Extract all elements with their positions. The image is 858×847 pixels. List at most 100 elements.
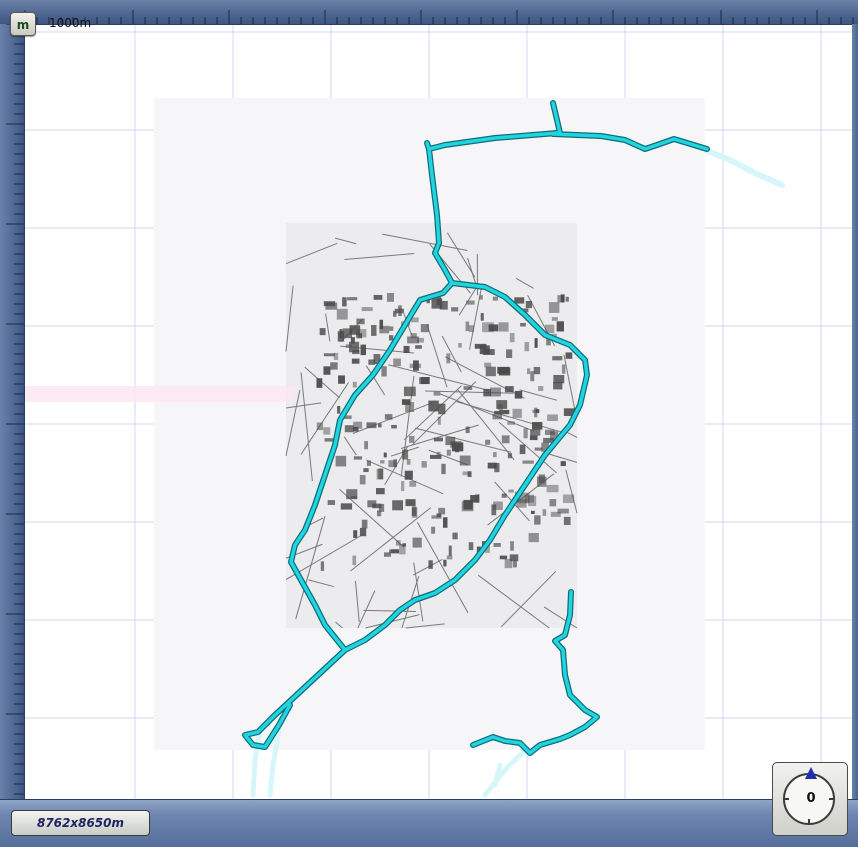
building-block	[499, 555, 508, 560]
building-block	[404, 470, 413, 480]
building-block	[338, 375, 345, 384]
right-ruler	[852, 24, 858, 800]
building-block	[431, 526, 436, 534]
building-block	[506, 349, 513, 359]
building-block	[482, 322, 494, 333]
map-dimensions-button[interactable]: 8762x8650m	[11, 810, 150, 836]
building-block	[353, 456, 363, 460]
building-block	[507, 453, 513, 459]
building-block	[492, 296, 499, 301]
building-block	[494, 410, 500, 415]
building-block	[499, 409, 510, 415]
building-block	[391, 424, 397, 429]
building-block	[522, 460, 534, 464]
building-block	[448, 545, 452, 556]
building-block	[493, 543, 501, 547]
building-block	[420, 324, 429, 333]
building-block	[560, 461, 566, 467]
building-block	[557, 295, 565, 303]
building-block	[356, 318, 365, 325]
map-viewer[interactable]: m 1000m 8762x8650m 0	[0, 0, 858, 847]
building-block	[376, 488, 385, 495]
building-block	[379, 325, 390, 334]
compass-button[interactable]: 0	[772, 762, 848, 836]
building-block	[380, 460, 385, 464]
building-block	[492, 413, 503, 420]
building-block	[565, 296, 569, 302]
building-block	[409, 480, 417, 487]
building-block	[431, 515, 442, 519]
building-block	[384, 414, 393, 420]
building-block	[545, 429, 555, 436]
building-block	[497, 366, 510, 374]
building-block	[433, 391, 441, 396]
building-block	[325, 302, 338, 310]
building-block	[417, 337, 424, 343]
building-block	[512, 408, 522, 418]
building-block	[402, 543, 407, 547]
building-block	[556, 321, 564, 332]
building-block	[480, 313, 484, 321]
building-block	[388, 335, 394, 341]
left-ruler-ticks	[6, 24, 24, 795]
building-block	[562, 494, 575, 504]
building-block	[376, 468, 384, 480]
left-ruler	[0, 24, 25, 800]
building-block	[497, 404, 503, 410]
building-block	[320, 561, 325, 571]
building-block	[401, 481, 405, 492]
building-block	[446, 353, 451, 364]
scale-unit-button[interactable]: m	[10, 12, 36, 36]
building-block	[402, 449, 409, 460]
building-block	[405, 499, 416, 507]
building-block	[534, 515, 541, 525]
scale-label: 1000m	[49, 16, 92, 30]
building-block	[479, 295, 483, 300]
building-block	[525, 300, 533, 309]
building-block	[377, 423, 382, 428]
building-block	[509, 332, 515, 343]
building-block	[403, 345, 410, 354]
building-block	[483, 388, 492, 397]
building-block	[465, 426, 470, 434]
north-arrow-icon	[805, 767, 817, 779]
building-block	[352, 381, 357, 388]
building-block	[463, 386, 473, 390]
building-block	[438, 403, 446, 415]
building-block	[361, 519, 368, 529]
building-block	[355, 333, 362, 339]
building-block	[373, 294, 383, 300]
building-block	[376, 510, 382, 517]
building-block	[508, 489, 514, 493]
building-block	[544, 324, 555, 334]
building-block	[512, 560, 517, 568]
building-block	[487, 462, 497, 469]
building-block	[524, 342, 530, 352]
building-block	[323, 353, 336, 357]
map-canvas[interactable]	[25, 25, 852, 799]
building-block	[316, 378, 323, 388]
map-drawing	[25, 25, 852, 799]
building-block	[530, 510, 535, 514]
building-block	[530, 429, 541, 436]
building-block	[542, 509, 547, 516]
building-block	[467, 471, 472, 478]
building-block	[363, 468, 369, 473]
building-block	[528, 533, 539, 543]
building-block	[346, 489, 358, 500]
building-block	[430, 454, 442, 459]
building-block	[563, 516, 571, 526]
building-block	[504, 386, 514, 393]
building-block	[352, 555, 357, 566]
building-block	[466, 300, 475, 305]
building-block	[561, 364, 566, 374]
building-block	[412, 537, 422, 548]
building-block	[371, 325, 377, 336]
building-block	[420, 376, 430, 385]
building-block	[433, 437, 443, 442]
building-block	[352, 349, 360, 355]
building-block	[353, 426, 359, 432]
building-block	[501, 435, 510, 444]
building-block	[428, 400, 439, 412]
building-block	[514, 390, 523, 399]
